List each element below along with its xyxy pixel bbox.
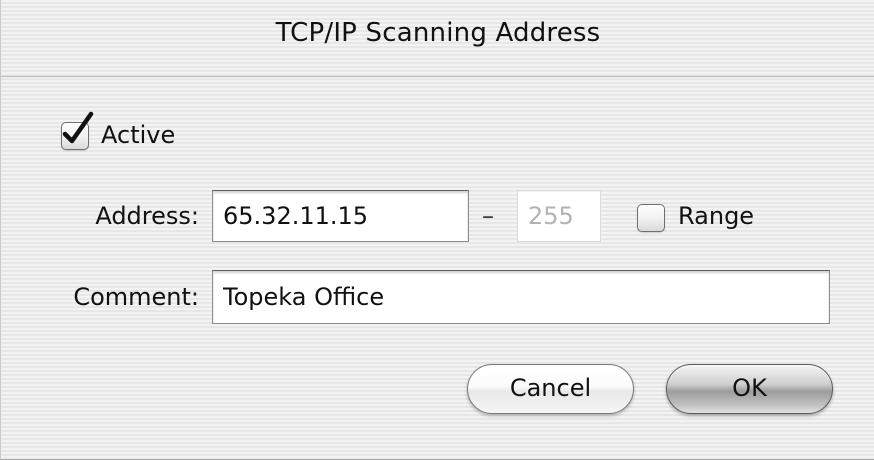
checkmark-icon [62,111,94,144]
dialog-title: TCP/IP Scanning Address [275,18,601,48]
comment-label: Comment: [73,283,199,311]
address-field[interactable] [212,190,469,242]
active-label[interactable]: Active [101,121,175,149]
range-separator: – [482,202,494,230]
ok-button[interactable]: OK [666,364,833,414]
active-checkbox[interactable] [61,111,94,150]
title-bar[interactable]: TCP/IP Scanning Address [1,0,874,77]
range-end-field[interactable] [517,190,601,242]
comment-field[interactable] [212,270,830,324]
dialog-window: TCP/IP Scanning Address Active Address: … [0,0,874,460]
range-label[interactable]: Range [678,202,754,230]
range-checkbox[interactable] [637,204,665,232]
cancel-button[interactable]: Cancel [467,364,634,414]
address-label: Address: [95,202,199,230]
